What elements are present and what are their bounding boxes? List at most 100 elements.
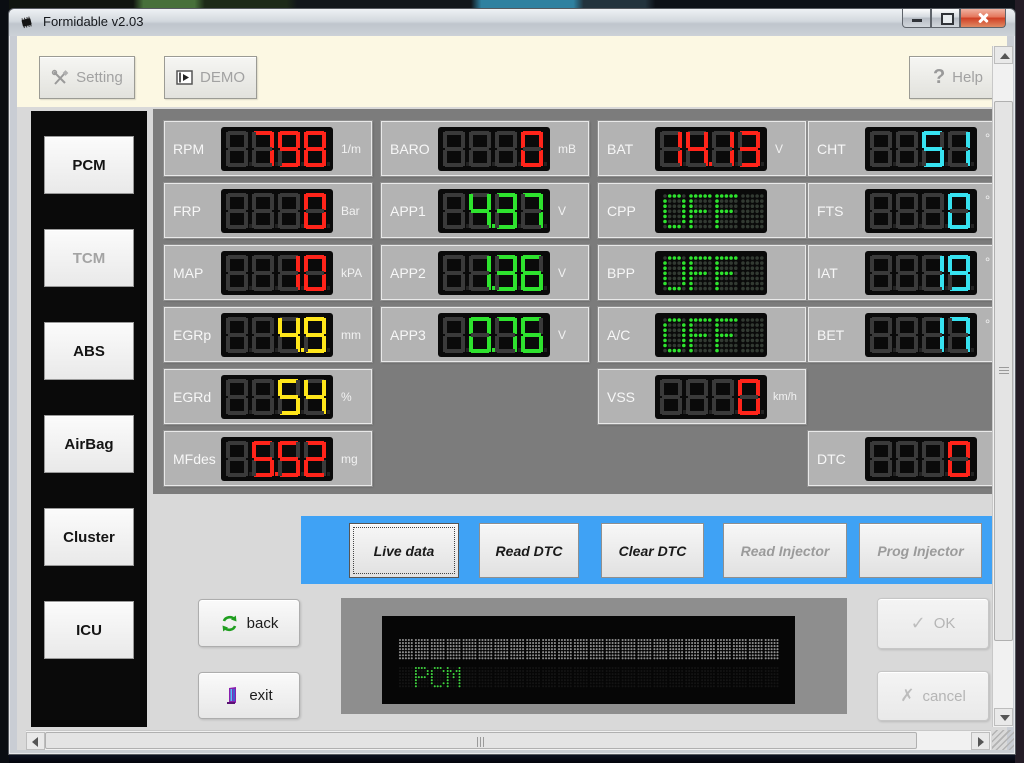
led-panel-unit: V: [558, 266, 566, 280]
prog-injector-button[interactable]: Prog Injector: [859, 523, 982, 578]
demo-play-icon: [176, 70, 193, 85]
led-panel-unit: °: [985, 255, 990, 270]
seven-segment-display-iat: [865, 251, 977, 295]
seven-segment-display-app2: [438, 251, 550, 295]
dot-matrix-display-ac: [655, 313, 767, 357]
scroll-up-button[interactable]: [994, 46, 1013, 64]
help-label: Help: [952, 69, 983, 86]
demo-button[interactable]: DEMO: [164, 56, 257, 99]
scroll-down-button[interactable]: [994, 708, 1013, 726]
led-panel-cht: CHT°: [808, 121, 992, 176]
led-panel-mfdes: MFdes mg: [164, 431, 372, 486]
exit-button[interactable]: exit: [198, 672, 300, 719]
read-dtc-button[interactable]: Read DTC: [479, 523, 579, 578]
led-panel-unit: V: [775, 142, 783, 156]
caption-buttons: [902, 9, 1006, 28]
led-panel-fts: FTS°: [808, 183, 992, 238]
sidebar-item-label: TCM: [73, 250, 106, 267]
sidebar-item-label: PCM: [72, 157, 105, 174]
seven-segment-display-map: [221, 251, 333, 295]
seven-segment-display-egrp: [221, 313, 333, 357]
action-button-label: Live data: [374, 543, 435, 559]
led-panel-egrd: EGRd%: [164, 369, 372, 424]
led-panel-label: APP2: [390, 265, 426, 281]
led-panel-label: FTS: [817, 203, 843, 219]
seven-segment-display-dtc: [865, 437, 977, 481]
window-title: Formidable v2.03: [43, 9, 143, 35]
back-button[interactable]: back: [198, 599, 300, 647]
led-panel-label: FRP: [173, 203, 201, 219]
led-panel-label: EGRp: [173, 327, 211, 343]
sidebar-item-airbag[interactable]: AirBag: [44, 415, 134, 473]
message-display: [382, 616, 795, 704]
sidebar-item-pcm[interactable]: PCM: [44, 136, 134, 194]
vertical-scroll-thumb[interactable]: [994, 101, 1013, 641]
message-panel-frame: [341, 598, 847, 714]
exit-door-icon: [225, 686, 241, 705]
sidebar-item-cluster[interactable]: Cluster: [44, 508, 134, 566]
clear-dtc-button[interactable]: Clear DTC: [601, 523, 704, 578]
led-panel-iat: IAT°: [808, 245, 992, 300]
maximize-icon: [941, 13, 954, 25]
scroll-down-icon: [1000, 715, 1010, 721]
close-button[interactable]: [960, 9, 1006, 28]
horizontal-scrollbar[interactable]: [26, 730, 991, 750]
sidebar-item-abs[interactable]: ABS: [44, 322, 134, 380]
dot-matrix-display-cpp: [655, 189, 767, 233]
led-panel-unit: mB: [558, 142, 576, 156]
scroll-thumb-grip: [999, 367, 1009, 375]
led-panel-unit: V: [558, 204, 566, 218]
led-panel-baro: BARO mB: [381, 121, 589, 176]
led-panel-map: MAPkPA: [164, 245, 372, 300]
led-panel-bat: BATV: [598, 121, 806, 176]
led-panel-label: RPM: [173, 141, 204, 157]
sidebar-item-label: ICU: [76, 622, 102, 639]
led-panel-unit: V: [558, 328, 566, 342]
seven-segment-display-app3: [438, 313, 550, 357]
led-panel-label: BARO: [390, 141, 430, 157]
sidebar-item-tcm[interactable]: TCM: [44, 229, 134, 287]
led-panel-label: BPP: [607, 265, 635, 281]
led-panel-label: APP1: [390, 203, 426, 219]
seven-segment-display-app1: [438, 189, 550, 233]
back-refresh-icon: [220, 614, 239, 633]
seven-segment-display-bet: [865, 313, 977, 357]
minimize-button[interactable]: [902, 9, 931, 28]
action-button-label: Prog Injector: [877, 543, 963, 559]
read-injector-button[interactable]: Read Injector: [723, 523, 847, 578]
desktop-background-right: [1015, 0, 1024, 763]
vertical-scrollbar[interactable]: [992, 46, 1013, 727]
led-panel-rpm: RPM1/m: [164, 121, 372, 176]
main-content: PCM TCM ABS AirBag Cluster ICU RPM1/m FRP Bar MA…: [17, 107, 1007, 750]
led-panel-vss: VSSkm/h: [598, 369, 806, 424]
seven-segment-display-fts: [865, 189, 977, 233]
led-panel-unit: Bar: [341, 204, 360, 218]
cancel-button[interactable]: cancel: [877, 671, 989, 721]
ok-button[interactable]: OK: [877, 598, 989, 649]
titlebar[interactable]: Formidable v2.03: [9, 9, 1015, 36]
led-panel-label: MFdes: [173, 451, 216, 467]
scroll-right-button[interactable]: [971, 732, 990, 750]
setting-button[interactable]: Setting: [39, 56, 135, 99]
resize-grip[interactable]: [992, 730, 1014, 750]
scroll-thumb-grip: [477, 737, 485, 747]
led-panel-app2: APP2 V: [381, 245, 589, 300]
demo-label: DEMO: [200, 69, 245, 86]
led-panel-unit: °: [985, 131, 990, 146]
maximize-button[interactable]: [931, 9, 960, 28]
led-panel-app1: APP1 V: [381, 183, 589, 238]
screen: Formidable v2.03 Setting: [0, 0, 1024, 763]
scroll-right-icon: [978, 737, 984, 747]
scroll-left-button[interactable]: [26, 732, 45, 750]
seven-segment-display-vss: [655, 375, 767, 419]
toolbar: Setting DEMO Help: [17, 36, 1007, 108]
close-icon: [977, 12, 989, 24]
sidebar-item-icu[interactable]: ICU: [44, 601, 134, 659]
help-question-icon: [933, 66, 945, 89]
led-panel-unit: mg: [341, 452, 358, 466]
seven-segment-display-bat: [655, 127, 767, 171]
horizontal-scroll-thumb[interactable]: [45, 732, 917, 749]
minimize-icon: [912, 19, 922, 22]
live-data-button[interactable]: Live data: [349, 523, 459, 578]
led-panel-app3: APP3V: [381, 307, 589, 362]
